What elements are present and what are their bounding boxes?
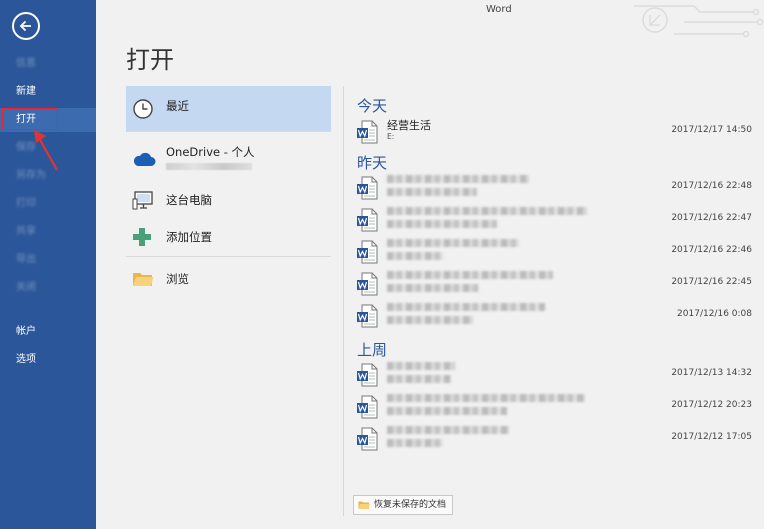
folder-icon	[358, 501, 370, 509]
file-date: 2017/12/16 22:45	[671, 277, 752, 287]
place-onedrive-label: OneDrive - 个人	[166, 145, 255, 159]
file-path-blurred	[387, 375, 451, 383]
file-date: 2017/12/13 14:32	[671, 368, 752, 378]
file-name-blurred	[387, 303, 545, 311]
file-name-blurred	[387, 394, 585, 402]
recent-file-item[interactable]: 2017/12/12 17:05	[356, 424, 758, 454]
sidebar-item-info[interactable]: 信息	[0, 52, 96, 76]
place-add-location-label: 添加位置	[166, 230, 212, 244]
arrow-left-icon	[19, 20, 31, 32]
red-arrow-annotation	[34, 130, 58, 171]
sidebar-item-close[interactable]: 关闭	[0, 276, 96, 300]
recent-file-item[interactable]: 2017/12/16 22:46	[356, 237, 758, 267]
column-divider	[343, 86, 344, 516]
recent-file-item[interactable]: 经营生活 E: 2017/12/17 14:50	[356, 117, 758, 147]
file-name-blurred	[387, 271, 553, 279]
cloud-icon	[133, 152, 156, 166]
recover-unsaved-documents-button[interactable]: 恢复未保存的文档	[353, 495, 454, 515]
circuit-decoration	[634, 5, 764, 38]
recover-button-label: 恢复未保存的文档	[374, 500, 447, 510]
places-divider	[126, 131, 331, 132]
recent-file-item[interactable]: 2017/12/16 22:45	[356, 269, 758, 299]
sidebar-item-export[interactable]: 导出	[0, 248, 96, 272]
file-name-blurred	[387, 362, 455, 370]
page-title: 打开	[126, 46, 174, 74]
word-document-icon	[357, 395, 378, 419]
sidebar-item-share[interactable]: 共享	[0, 220, 96, 244]
place-add-location[interactable]: 添加位置	[126, 225, 331, 249]
file-date: 2017/12/16 0:08	[677, 309, 752, 319]
place-recent[interactable]: 最近	[126, 86, 331, 131]
group-header-yesterday: 昨天	[357, 154, 388, 172]
group-header-today: 今天	[357, 97, 388, 115]
places-divider-2	[126, 256, 331, 257]
recent-file-item[interactable]: 2017/12/16 0:08	[356, 301, 758, 331]
recent-file-item[interactable]: 2017/12/13 14:32	[356, 360, 758, 390]
sidebar-item-options[interactable]: 选项	[0, 348, 96, 372]
word-document-icon	[357, 208, 378, 232]
file-name-blurred	[387, 175, 529, 183]
clock-icon	[133, 98, 153, 119]
place-browse[interactable]: 浏览	[126, 267, 331, 291]
file-path-blurred	[387, 439, 443, 447]
word-document-icon	[357, 427, 378, 451]
computer-icon	[132, 191, 153, 210]
sidebar-item-account[interactable]: 帐户	[0, 320, 96, 344]
file-name: 经营生活	[387, 119, 431, 132]
file-date: 2017/12/17 14:50	[671, 125, 752, 135]
file-date: 2017/12/12 20:23	[671, 400, 752, 410]
word-document-icon	[357, 363, 378, 387]
app-title: Word	[486, 4, 512, 15]
file-date: 2017/12/16 22:48	[671, 181, 752, 191]
recent-file-item[interactable]: 2017/12/16 22:48	[356, 173, 758, 203]
file-name-blurred	[387, 239, 519, 247]
word-document-icon	[357, 240, 378, 264]
place-this-pc[interactable]: 这台电脑	[126, 188, 331, 212]
place-this-pc-label: 这台电脑	[166, 193, 212, 207]
place-browse-label: 浏览	[166, 272, 189, 286]
sidebar-item-new[interactable]: 新建	[0, 80, 96, 104]
red-highlight-box	[2, 108, 58, 130]
recent-file-item[interactable]: 2017/12/16 22:47	[356, 205, 758, 235]
file-path-blurred	[387, 252, 443, 260]
place-recent-label: 最近	[166, 99, 189, 113]
file-path-blurred	[387, 407, 507, 415]
sidebar-item-print[interactable]: 打印	[0, 192, 96, 216]
file-path: E:	[387, 132, 395, 141]
back-button[interactable]	[12, 12, 40, 40]
backstage-sidebar: 信息 新建 打开 保存 另存为 打印 共享 导出 关闭 帐户 选项	[0, 0, 96, 529]
word-document-icon	[357, 176, 378, 200]
recent-file-item[interactable]: 2017/12/12 20:23	[356, 392, 758, 422]
group-header-last-week: 上周	[357, 341, 388, 359]
file-date: 2017/12/16 22:46	[671, 245, 752, 255]
file-path-blurred	[387, 284, 479, 292]
file-date: 2017/12/16 22:47	[671, 213, 752, 223]
file-name-blurred	[387, 426, 509, 434]
file-path-blurred	[387, 220, 497, 228]
file-name-blurred	[387, 207, 587, 215]
file-path-blurred	[387, 316, 473, 324]
folder-icon	[133, 273, 154, 286]
file-date: 2017/12/12 17:05	[671, 432, 752, 442]
word-document-icon	[357, 120, 378, 144]
place-onedrive[interactable]: OneDrive - 个人	[126, 144, 331, 174]
word-document-icon	[357, 304, 378, 328]
plus-icon	[133, 228, 151, 246]
onedrive-account-blurred	[166, 163, 252, 170]
word-document-icon	[357, 272, 378, 296]
file-path-blurred	[387, 188, 477, 196]
